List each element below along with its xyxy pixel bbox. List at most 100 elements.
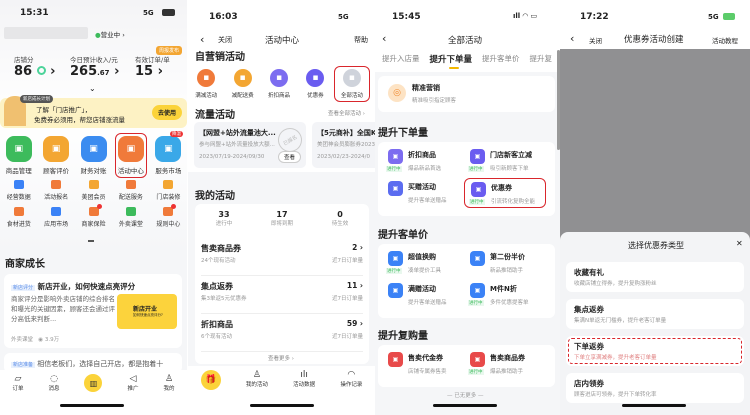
tab-4[interactable]: 提升复 bbox=[530, 53, 553, 65]
icon-label: 顾客评价 bbox=[43, 167, 70, 175]
back-icon[interactable]: ‹ bbox=[570, 32, 574, 45]
tool-item[interactable]: 规则中心 bbox=[150, 204, 187, 228]
tutorial-button[interactable]: 活动教程 bbox=[712, 35, 738, 45]
item-title: 售卖代金券 bbox=[408, 354, 443, 362]
business-status[interactable]: ●营业中 › bbox=[95, 29, 125, 39]
tool-item[interactable]: 应用市场 bbox=[37, 207, 74, 228]
activity-item[interactable]: ▣ 买赠活动 提升客单送赠品 bbox=[382, 178, 464, 208]
tab-3[interactable]: 提升客单价 bbox=[482, 53, 520, 65]
tab-orders[interactable]: ▱ 订单 bbox=[12, 374, 23, 415]
tab-mine[interactable]: ♙ 我的 bbox=[163, 374, 174, 415]
activity-icon: ▪ bbox=[306, 69, 325, 87]
bottom-tab-bar: ▱ 订单 ◌ 消息 ▥ ◁ 推广 ♙ 我的 bbox=[0, 370, 187, 415]
count-item[interactable]: 17 即将到期 bbox=[253, 210, 311, 227]
main-icon-2[interactable]: ▣ 顾客评价 bbox=[37, 133, 74, 178]
tab-1[interactable]: 提升入店量 bbox=[382, 53, 420, 65]
traffic-card[interactable]: 【5元商补】全国K 美团神会员膨胀券2023 2023/02/23-2024/0 bbox=[312, 122, 375, 168]
activity-icon: ▪ bbox=[233, 69, 252, 87]
item-title: 折扣商品 bbox=[408, 151, 436, 159]
stat-shop-score[interactable]: 店铺分 86 › bbox=[14, 54, 56, 79]
activity-row[interactable]: 集点返券 集3单返5元优惠券 11 › 近7日订单量 bbox=[201, 276, 363, 314]
activity-icon: ▣ bbox=[470, 283, 485, 298]
activity-item[interactable]: ▣ 进行中 优惠券 引流转化复购全能 bbox=[464, 178, 546, 208]
category-tabs: 提升入店量 提升下单量 提升客单价 提升复 bbox=[382, 53, 560, 65]
activity-row[interactable]: 售卖商品券 24个现有活动 2 › 近7日订单量 bbox=[201, 238, 363, 276]
store-icon: ▥ bbox=[84, 374, 103, 392]
activity-icon: ▣ bbox=[388, 149, 403, 164]
signal-wifi-icon: ıll ◠ ▭ bbox=[513, 12, 538, 20]
tool-item[interactable]: 活动报名 bbox=[37, 180, 74, 201]
help-button[interactable]: 帮助 bbox=[354, 35, 368, 45]
icon-label: 优惠券 bbox=[307, 93, 324, 99]
marketing-item-5[interactable]: ▪ 全部活动 bbox=[333, 66, 371, 102]
tab-promotion[interactable]: ◁ 推广 bbox=[127, 374, 138, 415]
tab-home[interactable]: ▥ bbox=[84, 374, 103, 415]
tool-item[interactable]: 外卖课堂 bbox=[112, 207, 149, 228]
running-badge: 进行中 bbox=[468, 166, 484, 172]
eye-icon: ◉ bbox=[38, 337, 44, 343]
tab-gift[interactable]: 🎁 bbox=[200, 370, 221, 415]
coupon-option-1[interactable]: 收藏有礼 收藏店铺立得券，提升复购涨粉丝 bbox=[566, 262, 744, 292]
close-icon[interactable]: ✕ bbox=[736, 239, 743, 248]
activity-item[interactable]: ▣ 进行中 门店新客立减 吸引新顾客下单 bbox=[464, 146, 546, 176]
app-icon: ▣ bbox=[5, 136, 32, 162]
tool-icon bbox=[51, 207, 62, 216]
close-button[interactable]: 关闭 bbox=[218, 35, 232, 45]
tab-my-activities[interactable]: ♙ 我的活动 bbox=[246, 370, 268, 415]
view-more-link[interactable]: 查看更多 › bbox=[268, 354, 294, 362]
home-indicator bbox=[622, 404, 686, 407]
expand-chevron-icon[interactable]: ⌄ bbox=[89, 84, 96, 93]
activity-item[interactable]: ▣ 满赠活动 提升客单送赠品 bbox=[382, 280, 464, 310]
traffic-card[interactable]: 【网盟+站外流量池大... 参与网盟+站外流量投放大额... 2023/07/1… bbox=[194, 122, 307, 168]
tool-item[interactable]: 经营数据 bbox=[0, 180, 37, 201]
main-icon-4[interactable]: ▣ 活动中心 bbox=[112, 133, 149, 178]
icon-label: 服务市场 bbox=[155, 167, 182, 175]
tool-item[interactable]: 门店装修 bbox=[150, 180, 187, 201]
marketing-item-1[interactable]: ▪ 满减活动 bbox=[188, 66, 224, 102]
back-icon[interactable]: ‹ bbox=[382, 32, 386, 45]
tool-item[interactable]: 美团会员 bbox=[75, 180, 112, 201]
marketing-item-4[interactable]: ▪ 优惠券 bbox=[297, 66, 333, 102]
activity-item[interactable]: ▣ 进行中 折扣商品 爆品新品首选 bbox=[382, 146, 464, 176]
count-item[interactable]: 0 待生效 bbox=[311, 210, 369, 227]
count-item[interactable]: 33 进行中 bbox=[195, 210, 253, 227]
icon-label: 满减活动 bbox=[195, 93, 218, 99]
status-signal: 5G bbox=[143, 9, 154, 17]
marketing-item-3[interactable]: ▪ 折扣商品 bbox=[261, 66, 297, 102]
view-button[interactable]: 查看 bbox=[278, 151, 302, 163]
tool-item[interactable]: 配送服务 bbox=[112, 180, 149, 201]
stat-income[interactable]: 今日预计收入/元 265.67 › bbox=[70, 54, 119, 79]
stat-orders[interactable]: 有效订单/单 15 › bbox=[135, 54, 170, 79]
activity-row[interactable]: 折扣商品 6个现有活动 59 › 近7日订单量 bbox=[201, 314, 363, 352]
activity-item-precise[interactable]: ◎ 精准营销 精准吸引指定顾客 bbox=[378, 76, 555, 112]
banner-use-button[interactable]: 去使用 bbox=[152, 105, 183, 120]
activity-item[interactable]: ▣ 进行中 售卖商品券 爆品推销助手 bbox=[464, 349, 546, 379]
activity-item[interactable]: ▣ 进行中 M件N折 多件优惠提客单 bbox=[464, 280, 546, 310]
item-title: 超值换购 bbox=[408, 253, 436, 261]
coupon-option-2[interactable]: 集点返券 集满N单返无门槛券，提升老客订单量 bbox=[566, 299, 744, 329]
main-icon-1[interactable]: ▣ 商品管理 bbox=[0, 133, 37, 178]
close-button[interactable]: 关闭 bbox=[589, 35, 602, 45]
tool-label: 活动报名 bbox=[44, 194, 69, 201]
count-label: 进行中 bbox=[215, 221, 233, 227]
article-card[interactable]: 新店评分 新店开业，如何快速点亮评分 商家评分是影响外卖店铺的综合排名和曝光的关… bbox=[4, 274, 182, 348]
marketing-item-2[interactable]: ▪ 减配送费 bbox=[224, 66, 260, 102]
tab-operation-log[interactable]: ◠ 操作记录 bbox=[340, 370, 362, 415]
coupon-option-4[interactable]: 店内领券 顾客进店可领券，提升下单转化率 bbox=[566, 373, 744, 403]
tab-2[interactable]: 提升下单量 bbox=[430, 53, 473, 65]
activity-item[interactable]: ▣ 第二份半价 新品推销助手 bbox=[464, 248, 546, 278]
tool-item[interactable]: 食材进货 bbox=[0, 207, 37, 228]
main-icon-3[interactable]: ▣ 财务对账 bbox=[75, 133, 112, 178]
tool-item[interactable]: 商家保险 bbox=[75, 204, 112, 228]
promo-banner[interactable]: 新店成长计划 了解「门店推广」， 免费券必须用，帮您店铺涨流量 去使用 bbox=[0, 95, 187, 128]
main-icon-5[interactable]: ▣ 服务市场 降温 bbox=[150, 131, 187, 178]
banner-tag: 新店成长计划 bbox=[20, 95, 53, 103]
tab-activity-data[interactable]: ılı 活动数据 bbox=[293, 370, 315, 415]
coupon-option-3[interactable]: 下单返券 下单立享满减券，提升老客订单量 bbox=[566, 336, 744, 366]
item-sub: 引流转化复购全能 bbox=[491, 199, 536, 205]
back-icon[interactable]: ‹ bbox=[200, 33, 204, 46]
view-all-link[interactable]: 查看全部活动 › bbox=[328, 109, 365, 117]
activity-item[interactable]: ▣ 进行中 超值换购 凑单提价工具 bbox=[382, 248, 464, 278]
activity-item[interactable]: ▣ 售卖代金券 店铺专属券售卖 bbox=[382, 349, 464, 379]
tab-messages[interactable]: ◌ 消息 bbox=[48, 374, 59, 415]
